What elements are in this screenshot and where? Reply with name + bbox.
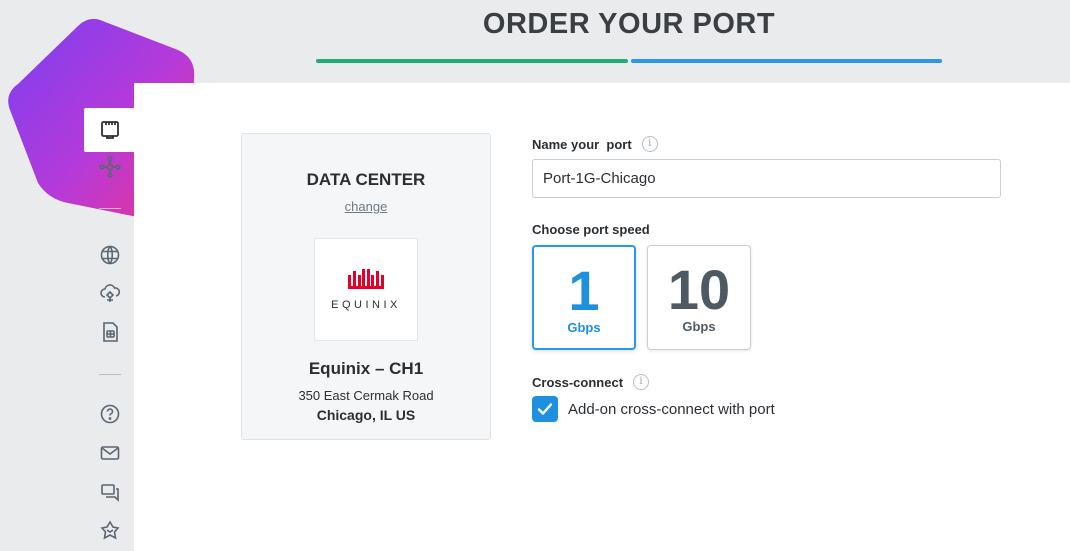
equinix-logo-icon — [348, 268, 384, 289]
globe-icon — [100, 245, 120, 265]
partner-icon — [100, 520, 120, 540]
speed-unit: Gbps — [567, 320, 601, 335]
provider-logo: EQUINIX — [314, 238, 418, 341]
speed-option-1gbps[interactable]: 1 Gbps — [532, 245, 636, 350]
step-progress-bar — [316, 59, 942, 63]
info-icon[interactable]: i — [641, 136, 658, 152]
cloud-connect-icon — [100, 284, 121, 302]
info-icon[interactable]: i — [633, 374, 650, 390]
data-center-name: Equinix – CH1 — [308, 359, 424, 378]
help-icon — [100, 404, 120, 424]
speed-unit: Gbps — [682, 319, 716, 334]
port-speed-label: Choose port speed — [532, 222, 650, 237]
sim-card-icon — [103, 322, 118, 342]
sidebar-item-sim[interactable] — [98, 320, 122, 344]
sidebar-divider — [99, 208, 121, 209]
port-name-label: Name your port — [532, 136, 632, 152]
sidebar-item-help[interactable] — [98, 402, 122, 426]
mail-icon — [100, 446, 120, 460]
progress-step-completed — [316, 59, 628, 63]
checkmark-icon — [537, 403, 553, 415]
cross-connect-label: Cross-connect — [532, 374, 624, 390]
sidebar-nav — [78, 98, 136, 551]
cross-connect-label-row: Cross-connect i — [532, 374, 650, 390]
sidebar-divider — [99, 374, 121, 375]
data-center-card: DATA CENTER change EQUINIX Equinix – CH1… — [241, 133, 491, 440]
sidebar-item-network[interactable] — [98, 155, 122, 179]
page-title: ORDER YOUR PORT — [482, 8, 776, 40]
network-nodes-icon — [99, 156, 121, 178]
port-name-label-row: Name your port i — [532, 136, 658, 152]
cross-connect-checkbox[interactable] — [532, 396, 558, 422]
speed-value: 10 — [667, 258, 731, 321]
sidebar-item-port[interactable] — [84, 108, 136, 152]
sidebar-item-cloud[interactable] — [98, 281, 122, 305]
port-icon — [101, 121, 119, 139]
sidebar-item-chat[interactable] — [98, 480, 122, 504]
cross-connect-checkbox-label: Add-on cross-connect with port — [568, 401, 775, 418]
change-data-center-link[interactable]: change — [345, 199, 388, 214]
data-center-address: 350 East Cermak Road — [298, 388, 434, 403]
port-name-input[interactable] — [532, 159, 1001, 198]
sidebar-item-mail[interactable] — [98, 441, 122, 465]
progress-step-current — [630, 59, 942, 63]
speed-value: 1 — [568, 259, 600, 322]
data-center-heading: DATA CENTER — [306, 170, 426, 189]
sidebar-item-internet[interactable] — [98, 243, 122, 267]
speed-option-10gbps[interactable]: 10 Gbps — [647, 245, 751, 350]
data-center-city: Chicago, IL US — [316, 407, 416, 423]
sidebar-item-partner[interactable] — [98, 519, 122, 543]
chat-icon — [101, 484, 119, 502]
provider-logo-wordmark: EQUINIX — [331, 298, 401, 311]
